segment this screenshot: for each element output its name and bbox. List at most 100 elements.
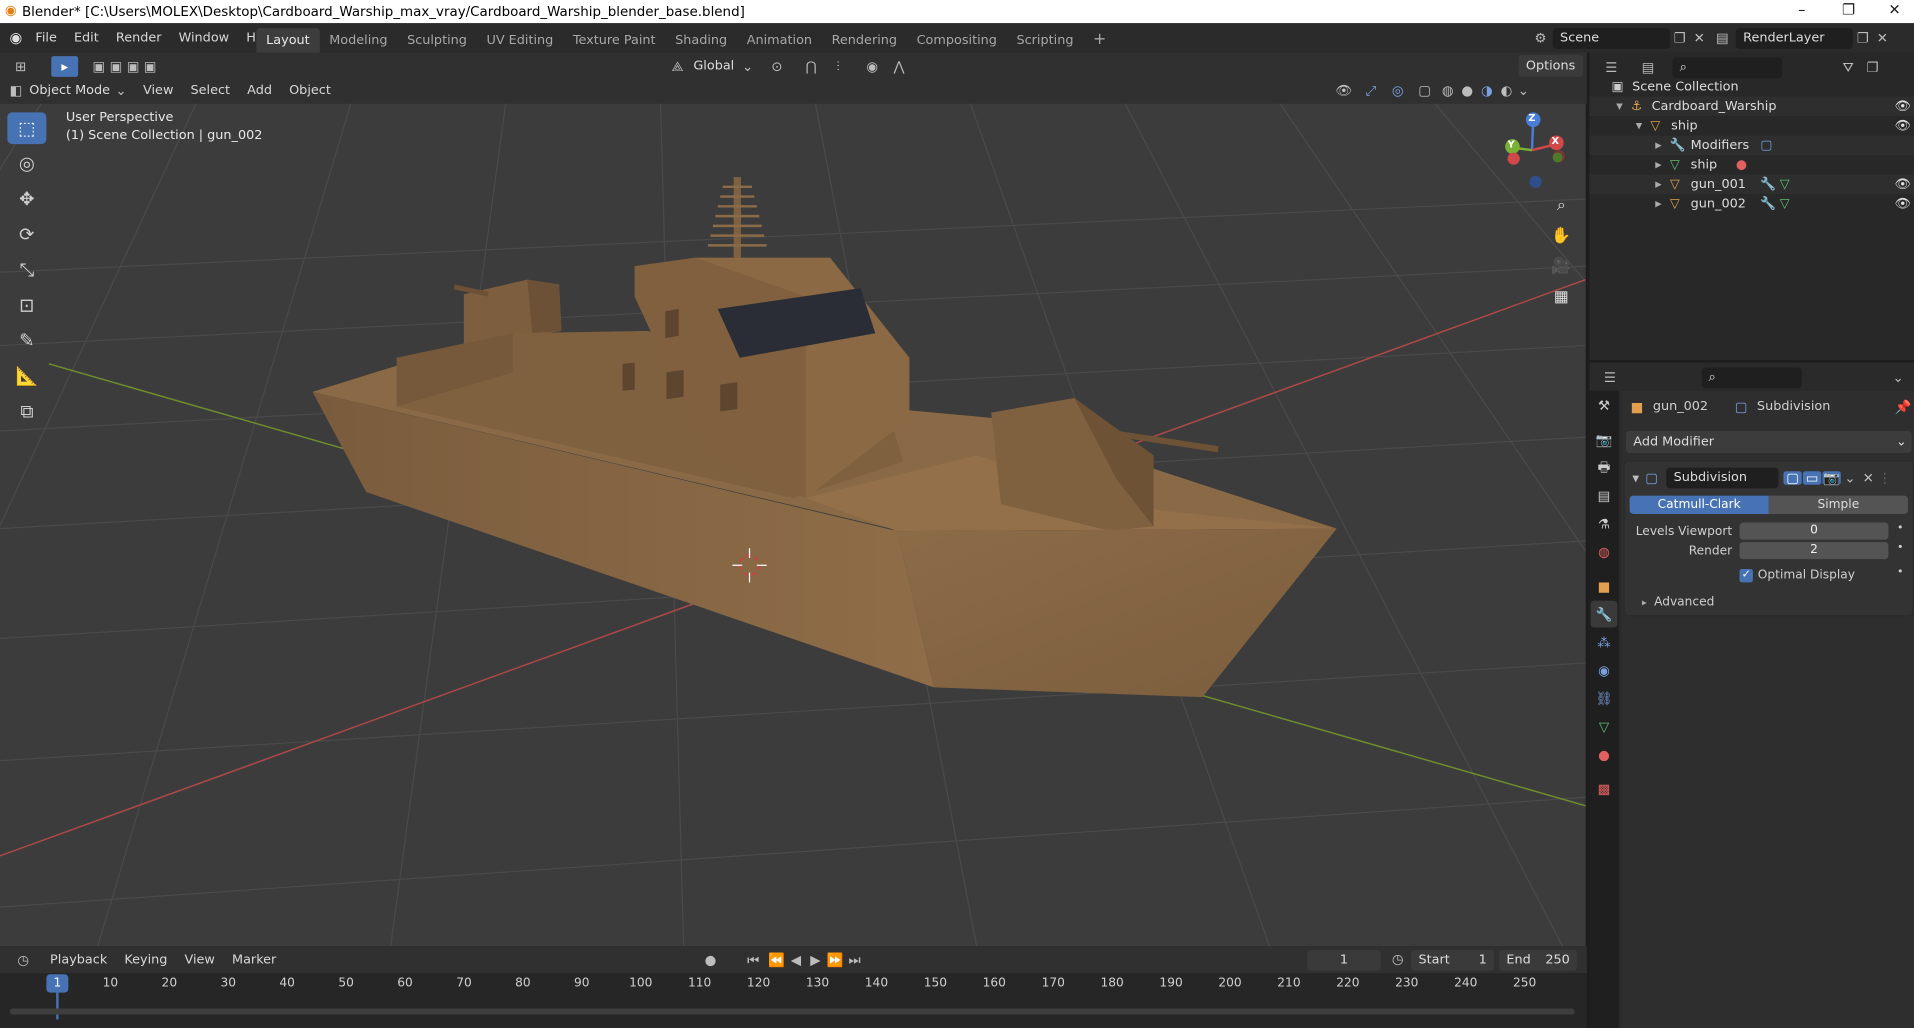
tab-world-icon[interactable]: ◍ bbox=[1591, 538, 1618, 565]
collapse-arrow-icon[interactable]: ▾ bbox=[1616, 96, 1622, 116]
wireframe-shading-icon[interactable]: ◍ bbox=[1438, 84, 1458, 97]
tab-animation[interactable]: Animation bbox=[737, 27, 822, 51]
select-tool-icon[interactable]: ▸ bbox=[51, 55, 79, 77]
outliner-editor-icon[interactable]: ☰ bbox=[1597, 60, 1626, 73]
timeline-editor-icon[interactable]: ◷ bbox=[10, 953, 37, 966]
overlay-toggle-icon[interactable]: ◎ bbox=[1384, 84, 1411, 97]
properties-editor-icon[interactable]: ☰ bbox=[1597, 371, 1623, 384]
jump-end-icon[interactable]: ⏭ bbox=[845, 953, 865, 966]
gizmo-toggle-icon[interactable]: ⤢ bbox=[1357, 84, 1384, 97]
shading-options-icon[interactable]: ⌄ bbox=[1516, 84, 1531, 97]
timeline-menu-keying[interactable]: Keying bbox=[116, 947, 176, 971]
eye-icon[interactable]: 👁 bbox=[1895, 194, 1911, 214]
jump-start-icon[interactable]: ⏮ bbox=[740, 953, 767, 966]
tab-shading[interactable]: Shading bbox=[665, 27, 737, 51]
tab-modeling[interactable]: Modeling bbox=[319, 27, 397, 51]
delete-scene-icon[interactable]: ✕ bbox=[1689, 31, 1709, 44]
auto-keying-icon[interactable]: ● bbox=[701, 953, 721, 966]
tab-tool-icon[interactable]: ⚒ bbox=[1591, 392, 1618, 419]
properties-search-input[interactable]: ⌕ bbox=[1701, 366, 1802, 388]
viewport-menu-object[interactable]: Object bbox=[281, 78, 340, 102]
filter-icon[interactable]: ⛛ bbox=[1836, 60, 1860, 73]
optimal-display-checkbox[interactable]: ✓ bbox=[1739, 568, 1753, 582]
viewport-menu-select[interactable]: Select bbox=[182, 78, 239, 102]
viewport-toggle-icon[interactable]: ▭ bbox=[1802, 471, 1822, 485]
transform-tool-icon[interactable]: ⊡ bbox=[7, 289, 46, 321]
select-mode-extend-icon[interactable]: ▣ bbox=[107, 59, 124, 72]
pan-hand-icon[interactable]: ✋ bbox=[1548, 222, 1575, 249]
rotate-tool-icon[interactable]: ⟳ bbox=[7, 219, 46, 251]
expand-arrow-icon[interactable]: ▸ bbox=[1655, 175, 1661, 195]
add-cube-tool-icon[interactable]: ⧉ bbox=[7, 396, 46, 428]
chevron-down-icon[interactable]: ⌄ bbox=[115, 84, 127, 97]
eye-icon[interactable]: 👁 bbox=[1895, 116, 1911, 136]
play-reverse-icon[interactable]: ◀ bbox=[786, 953, 806, 966]
tab-uv-editing[interactable]: UV Editing bbox=[477, 27, 563, 51]
tab-modifiers-icon[interactable]: 🔧 bbox=[1590, 600, 1618, 628]
proportional-edit-icon[interactable]: ◉ bbox=[859, 59, 886, 72]
pin-icon[interactable]: 📌 bbox=[1895, 400, 1912, 413]
simple-button[interactable]: Simple bbox=[1768, 495, 1908, 514]
tab-output-icon[interactable]: 🖶 bbox=[1591, 454, 1618, 481]
zoom-icon[interactable]: ⌕ bbox=[1548, 192, 1575, 219]
menu-edit[interactable]: Edit bbox=[65, 26, 107, 50]
options-dropdown[interactable]: Options bbox=[1518, 54, 1583, 77]
material-shading-icon[interactable]: ◑ bbox=[1477, 84, 1497, 97]
collapse-arrow-icon[interactable]: ▾ bbox=[1630, 471, 1642, 484]
minimize-button[interactable]: – bbox=[1798, 1, 1805, 18]
eye-icon[interactable]: 👁 bbox=[1895, 175, 1911, 195]
tab-constraints-icon[interactable]: ⛓ bbox=[1591, 685, 1618, 712]
menu-render[interactable]: Render bbox=[107, 26, 170, 50]
xray-icon[interactable]: ▢ bbox=[1411, 84, 1438, 97]
falloff-icon[interactable]: ⋀ bbox=[886, 59, 913, 72]
timeline-menu-view[interactable]: View bbox=[176, 947, 224, 971]
outliner-row-gun-002[interactable]: ▸ ▽ gun_002 🔧 ▽ 👁 bbox=[1589, 194, 1914, 214]
outliner-search-input[interactable]: ⌕ bbox=[1672, 56, 1783, 78]
select-mode-new-icon[interactable]: ▣ bbox=[90, 59, 107, 72]
blender-menu-icon[interactable]: ◉ bbox=[5, 31, 27, 46]
menu-file[interactable]: File bbox=[27, 26, 66, 50]
tab-object-icon[interactable]: ■ bbox=[1591, 573, 1618, 600]
delete-layer-icon[interactable]: ✕ bbox=[1873, 31, 1893, 44]
solid-shading-icon[interactable]: ● bbox=[1458, 84, 1478, 97]
chevron-down-icon[interactable]: ⌄ bbox=[1841, 471, 1859, 484]
snap-target-icon[interactable]: ⫶ bbox=[825, 59, 852, 72]
chevron-down-icon[interactable]: ⌄ bbox=[742, 59, 754, 72]
catmull-clark-button[interactable]: Catmull-Clark bbox=[1629, 495, 1769, 514]
scene-field[interactable]: Scene bbox=[1552, 27, 1670, 49]
render-layer-field[interactable]: RenderLayer bbox=[1735, 27, 1854, 49]
chevron-down-icon[interactable]: ⌄ bbox=[1887, 371, 1909, 384]
menu-window[interactable]: Window bbox=[170, 26, 238, 50]
ortho-grid-icon[interactable]: ▦ bbox=[1548, 283, 1575, 310]
expand-arrow-icon[interactable]: ▸ bbox=[1655, 136, 1661, 156]
prev-keyframe-icon[interactable]: ⏪ bbox=[767, 953, 787, 966]
timeline-menu-playback[interactable]: Playback bbox=[42, 947, 116, 971]
editor-type-icon[interactable]: ⊞ bbox=[7, 59, 34, 72]
start-frame-field[interactable]: Start 1 bbox=[1411, 949, 1495, 971]
outliner-row-gun-001[interactable]: ▸ ▽ gun_001 🔧 ▽ 👁 bbox=[1589, 174, 1914, 195]
object-mode-dropdown[interactable]: Object Mode bbox=[24, 79, 115, 101]
tab-scripting[interactable]: Scripting bbox=[1007, 27, 1084, 51]
annotate-tool-icon[interactable]: ✎ bbox=[7, 325, 46, 357]
remove-modifier-icon[interactable]: ✕ bbox=[1859, 471, 1877, 484]
drag-handle-icon[interactable]: ⋮ bbox=[1877, 471, 1892, 484]
current-frame-field[interactable]: 1 bbox=[1307, 949, 1381, 971]
end-frame-field[interactable]: End 250 bbox=[1499, 949, 1578, 971]
play-icon[interactable]: ▶ bbox=[806, 953, 826, 966]
advanced-subpanel[interactable]: ▸ Advanced bbox=[1642, 593, 1715, 610]
pivot-point-icon[interactable]: ⊙ bbox=[764, 59, 791, 72]
tab-rendering[interactable]: Rendering bbox=[822, 27, 907, 51]
playhead-line[interactable] bbox=[56, 992, 59, 1020]
new-collection-icon[interactable]: ❐ bbox=[1860, 60, 1884, 73]
timeline-menu-marker[interactable]: Marker bbox=[223, 947, 284, 971]
tab-compositing[interactable]: Compositing bbox=[907, 27, 1007, 51]
3d-viewport[interactable]: Z X Y User Perspective (1) Scene Collect… bbox=[0, 52, 1586, 947]
expand-arrow-icon[interactable]: ▸ bbox=[1655, 194, 1661, 214]
collapse-arrow-icon[interactable]: ▾ bbox=[1636, 116, 1642, 136]
outliner-row-ship[interactable]: ▾ ▽ ship 👁 bbox=[1589, 116, 1914, 136]
select-box-tool-icon[interactable]: ⬚ bbox=[7, 112, 47, 145]
scene-icon[interactable]: ⚙ bbox=[1528, 31, 1552, 44]
expand-arrow-icon[interactable]: ▸ bbox=[1655, 155, 1661, 175]
modifier-name-input[interactable]: Subdivision bbox=[1666, 466, 1779, 488]
keyframe-dot-icon[interactable]: • bbox=[1897, 566, 1903, 578]
